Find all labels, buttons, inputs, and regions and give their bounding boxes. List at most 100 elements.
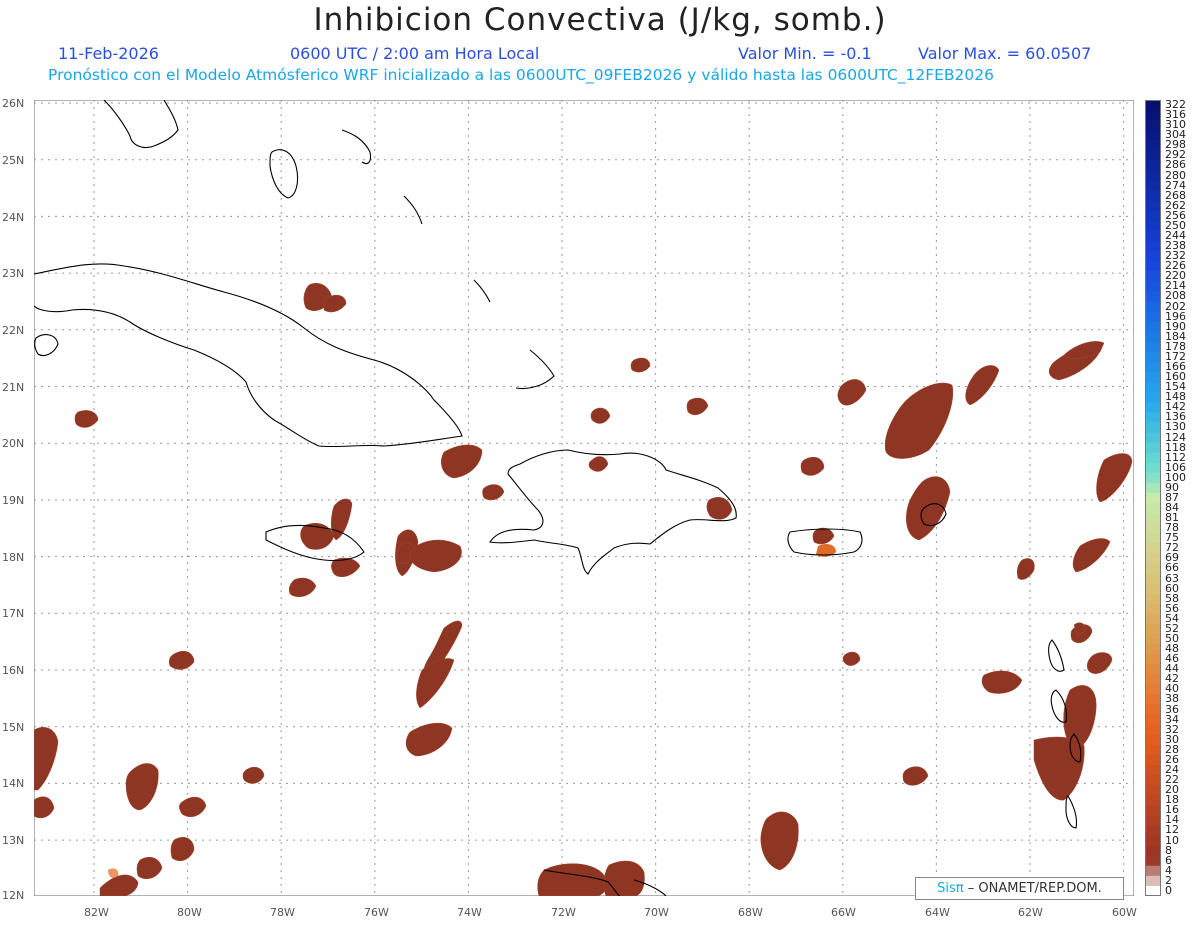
colorbar-swatch <box>1145 503 1161 514</box>
colorbar-swatch <box>1145 583 1161 595</box>
colorbar-swatch <box>1145 694 1161 706</box>
lat-label: 23N <box>2 267 25 280</box>
cin-patch <box>537 863 607 896</box>
lon-label: 78W <box>270 906 295 919</box>
lat-label: 17N <box>2 607 25 620</box>
colorbar-swatch <box>1145 140 1161 151</box>
lat-label: 24N <box>2 211 25 224</box>
colorbar-swatch <box>1145 654 1161 665</box>
colorbar-swatch <box>1145 805 1161 816</box>
colorbar-swatch <box>1145 311 1161 323</box>
colorbar-swatch <box>1145 674 1161 685</box>
lon-label: 76W <box>364 906 389 919</box>
max-value: Valor Max. = 60.0507 <box>918 44 1092 63</box>
colorbar-swatch <box>1145 200 1161 212</box>
colorbar-swatch <box>1145 462 1161 474</box>
lon-label: 64W <box>925 906 950 919</box>
colorbar-swatch <box>1145 603 1161 615</box>
colorbar-swatch <box>1145 664 1161 675</box>
cin-map <box>34 100 1134 896</box>
lon-label: 82W <box>84 906 109 919</box>
colorbar-swatch <box>1145 110 1161 121</box>
lat-label: 16N <box>2 664 25 677</box>
colorbar-swatch <box>1145 261 1161 272</box>
colorbar-swatch <box>1145 744 1161 756</box>
colorbar-swatch <box>1145 815 1161 826</box>
colorbar-swatch <box>1145 372 1161 383</box>
colorbar-swatch <box>1145 120 1161 131</box>
colorbar-swatch <box>1145 684 1161 695</box>
colorbar-swatch <box>1145 361 1161 373</box>
colorbar-swatch <box>1145 613 1161 625</box>
colorbar-swatch <box>1145 885 1161 896</box>
lat-label: 22N <box>2 324 25 337</box>
colorbar-swatch <box>1145 845 1161 857</box>
lat-label: 21N <box>2 381 25 394</box>
colorbar-swatch <box>1145 170 1161 182</box>
colorbar-swatch <box>1145 150 1161 161</box>
colorbar-swatch <box>1145 553 1161 564</box>
lat-label: 25N <box>2 154 25 167</box>
colorbar-swatch <box>1145 593 1161 605</box>
lon-label: 74W <box>457 906 482 919</box>
colorbar-swatch <box>1145 724 1161 736</box>
lon-label: 72W <box>551 906 576 919</box>
colorbar-swatch <box>1145 855 1161 867</box>
lat-label: 12N <box>2 889 25 902</box>
colorbar-swatch <box>1145 765 1161 776</box>
map-frame <box>34 100 1134 896</box>
colorbar-swatch <box>1145 251 1161 262</box>
colorbar-swatch <box>1145 351 1161 363</box>
colorbar-swatch <box>1145 230 1161 242</box>
colorbar-swatch <box>1145 392 1161 403</box>
forecast-date: 11-Feb-2026 <box>58 44 159 63</box>
colorbar-swatch <box>1145 875 1161 887</box>
colorbar-swatch <box>1145 634 1161 645</box>
colorbar-swatch <box>1145 210 1161 222</box>
lat-label: 14N <box>2 777 25 790</box>
colorbar-swatch <box>1145 734 1161 746</box>
lon-label: 66W <box>831 906 856 919</box>
colorbar-swatch <box>1145 492 1161 504</box>
colorbar-swatch <box>1145 513 1161 524</box>
colorbar-swatch <box>1145 865 1161 877</box>
colorbar-swatch <box>1145 573 1161 585</box>
lon-label: 70W <box>644 906 669 919</box>
lat-label: 18N <box>2 551 25 564</box>
forecast-time: 0600 UTC / 2:00 am Hora Local <box>290 44 540 63</box>
colorbar-swatch <box>1145 432 1161 444</box>
colorbar-swatch <box>1145 321 1161 333</box>
colorbar-swatch <box>1145 533 1161 544</box>
colorbar-swatch <box>1145 402 1161 413</box>
colorbar-swatch <box>1145 785 1161 796</box>
min-value: Valor Min. = -0.1 <box>738 44 872 63</box>
lat-label: 26N <box>2 97 25 110</box>
colorbar-swatch <box>1145 291 1161 303</box>
lat-label: 19N <box>2 494 25 507</box>
colorbar-swatch <box>1145 563 1161 575</box>
lon-label: 80W <box>177 906 202 919</box>
colorbar-swatch <box>1145 623 1161 635</box>
colorbar-swatch <box>1145 241 1161 252</box>
colorbar-swatch <box>1145 835 1161 847</box>
colorbar-swatch <box>1145 714 1161 726</box>
colorbar-swatch <box>1145 704 1161 716</box>
colorbar-swatch <box>1145 412 1161 423</box>
colorbar-swatch <box>1145 331 1161 343</box>
colorbar-swatch <box>1145 100 1161 111</box>
sis-logo-text: Sisπ <box>937 881 964 896</box>
colorbar-swatch <box>1145 775 1161 786</box>
colorbar-swatch <box>1145 452 1161 464</box>
cin-patch <box>603 860 645 896</box>
colorbar-swatch <box>1145 190 1161 202</box>
colorbar-swatch <box>1145 281 1161 292</box>
colorbar-swatch <box>1145 442 1161 454</box>
colorbar-swatch <box>1145 795 1161 806</box>
colorbar-swatch <box>1145 472 1161 484</box>
lat-label: 13N <box>2 834 25 847</box>
colorbar-swatch <box>1145 180 1161 192</box>
colorbar-swatch <box>1145 341 1161 353</box>
colorbar-swatch <box>1145 523 1161 534</box>
colorbar-swatch <box>1145 754 1161 766</box>
lon-label: 68W <box>738 906 763 919</box>
